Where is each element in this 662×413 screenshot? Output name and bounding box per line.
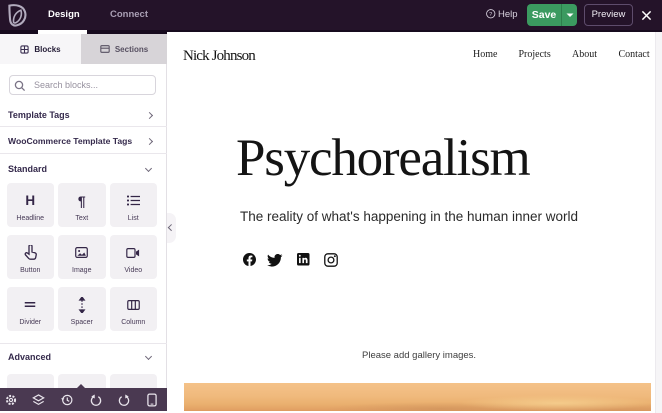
svg-text:?: ? bbox=[489, 12, 492, 18]
